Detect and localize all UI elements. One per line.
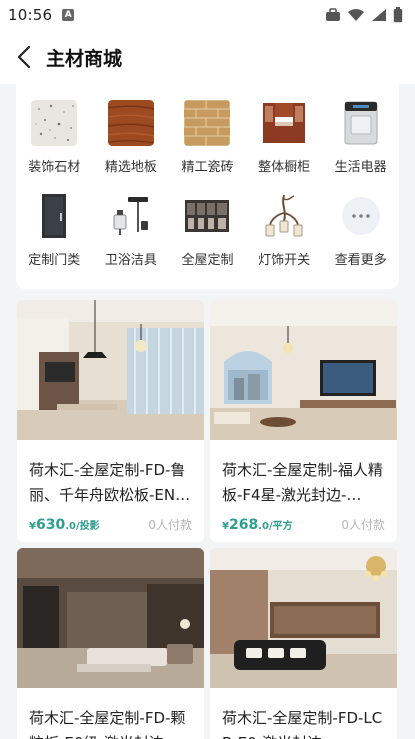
more-circle (341, 197, 380, 235)
category-label: 卫浴洁具 (104, 253, 157, 268)
category-card: 装饰石材 精选地板 精工瓷砖 整体橱柜 生活电器 定制门类 卫浴洁具 全屋定制 … (16, 84, 399, 289)
stone-icon (31, 100, 78, 146)
product-price: ¥630.0/投影 (29, 517, 100, 533)
category-item-door[interactable]: 定制门类 (16, 193, 93, 268)
briefcase-icon (326, 8, 340, 21)
category-label: 精选地板 (104, 160, 157, 175)
battery-icon (393, 7, 403, 23)
product-name: 荷木汇-全屋定制-FD-鲁丽、千年舟欧松板-EN… (29, 461, 191, 504)
category-label: 装饰石材 (28, 160, 81, 175)
product-meta: ¥268.0/平方 0人付款 (210, 516, 397, 533)
wardrobe-icon (184, 193, 231, 239)
product-image (17, 300, 204, 440)
appliance-icon (337, 100, 384, 146)
back-button[interactable] (2, 35, 46, 79)
tile-icon (184, 100, 231, 146)
category-item-wardrobe[interactable]: 全屋定制 (169, 193, 246, 268)
shower-icon (107, 193, 154, 239)
product-card[interactable]: 荷木汇-全屋定制-福人精板-F4星-激光封边-… ¥268.0/平方 0人付款 (210, 300, 397, 542)
status-icons (325, 7, 403, 23)
product-name: 荷木汇-全屋定制-FD-LCB-E0-激光封边 (222, 709, 383, 739)
floor-icon (107, 100, 154, 146)
chevron-left-icon (17, 45, 31, 69)
lamp-icon (261, 193, 308, 239)
product-card[interactable]: 荷木汇-全屋定制-FD-鲁丽、千年舟欧松板-EN… ¥630.0/投影 0人付款 (17, 300, 204, 542)
product-image (210, 548, 397, 688)
product-card[interactable]: 荷木汇-全屋定制-FD-LCB-E0-激光封边 (210, 548, 397, 739)
category-label: 定制门类 (28, 253, 81, 268)
category-label: 生活电器 (334, 160, 387, 175)
more-icon (338, 193, 384, 239)
category-item-lamp[interactable]: 灯饰开关 (246, 193, 323, 268)
category-item-shower[interactable]: 卫浴洁具 (93, 193, 170, 268)
buyer-count: 0人付款 (341, 518, 385, 532)
category-item-tile[interactable]: 精工瓷砖 (169, 100, 246, 175)
category-item-more[interactable]: 查看更多 (322, 193, 399, 268)
product-name: 荷木汇-全屋定制-福人精板-F4星-激光封边-… (222, 461, 383, 504)
buyer-count: 0人付款 (148, 518, 192, 532)
category-label: 整体橱柜 (258, 160, 311, 175)
product-name: 荷木汇-全屋定制-FD-颗粒板-E0级-激光封边 (29, 709, 186, 739)
product-meta: ¥630.0/投影 0人付款 (17, 516, 204, 533)
signal-icon (372, 9, 386, 21)
category-label: 精工瓷砖 (181, 160, 234, 175)
category-item-stone[interactable]: 装饰石材 (16, 100, 93, 175)
category-label: 全屋定制 (181, 253, 234, 268)
status-bar: 10:56 A (0, 0, 415, 30)
page-title: 主材商城 (46, 47, 123, 70)
product-card[interactable]: 荷木汇-全屋定制-FD-颗粒板-E0级-激光封边 (17, 548, 204, 739)
app-header: 主材商城 (0, 30, 415, 84)
category-item-appliance[interactable]: 生活电器 (322, 100, 399, 175)
product-price: ¥268.0/平方 (222, 517, 293, 533)
product-image (210, 300, 397, 440)
category-label: 查看更多 (334, 253, 387, 268)
category-item-cabinet[interactable]: 整体橱柜 (246, 100, 323, 175)
notification-icon: A (62, 9, 75, 21)
category-item-floor[interactable]: 精选地板 (93, 100, 170, 175)
status-time: 10:56 (8, 6, 53, 24)
door-icon (31, 193, 78, 239)
category-label: 灯饰开关 (258, 253, 311, 268)
product-image (17, 548, 204, 688)
wifi-icon (348, 9, 364, 21)
cabinet-icon (261, 100, 308, 146)
category-grid: 装饰石材 精选地板 精工瓷砖 整体橱柜 生活电器 定制门类 卫浴洁具 全屋定制 … (16, 100, 399, 268)
